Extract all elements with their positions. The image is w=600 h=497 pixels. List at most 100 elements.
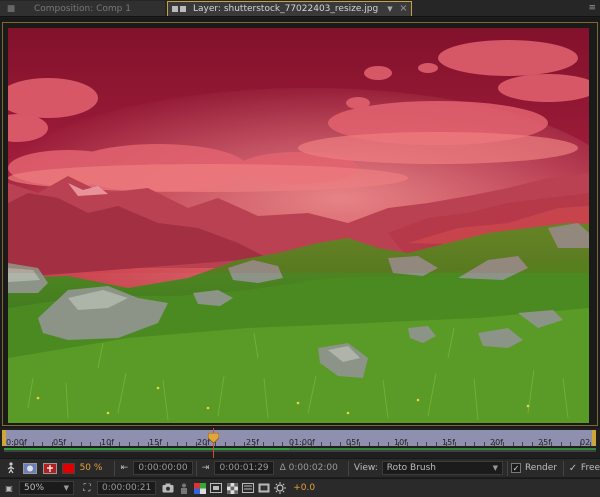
ruler-tick-mark xyxy=(282,442,284,446)
set-out-point-icon[interactable]: ⇥ xyxy=(200,461,212,476)
view-dropdown[interactable]: Roto Brush ▼ xyxy=(381,461,503,475)
separator xyxy=(507,460,508,476)
separator xyxy=(347,460,349,476)
ruler-tick-mark xyxy=(148,442,149,446)
ruler-tick-mark xyxy=(397,442,399,446)
layer-timeline[interactable]: 0:00f05f10f15f20f25f01:00f05f10f15f20f25… xyxy=(0,428,600,458)
ruler-tick-label: 25f xyxy=(538,438,551,447)
ruler-tick-mark xyxy=(71,442,73,446)
render-checkbox[interactable]: ✓ xyxy=(511,463,521,473)
show-snapshot-icon[interactable] xyxy=(176,482,192,495)
ruler-tick-mark xyxy=(80,442,82,446)
chevron-down-icon: ▼ xyxy=(63,484,69,492)
ruler-tick-mark xyxy=(416,442,418,446)
layer-image[interactable] xyxy=(8,28,589,423)
ruler-tick-mark xyxy=(109,442,111,446)
ruler-tick-mark xyxy=(263,442,265,446)
ruler-tick-mark xyxy=(90,442,92,446)
propagation-bar-extended xyxy=(289,448,596,450)
ruler-tick-mark xyxy=(23,442,25,446)
freeze-icon[interactable]: ✓ xyxy=(567,461,579,476)
toggle-overlay-icon[interactable] xyxy=(41,461,59,476)
set-in-point-icon[interactable]: ⇤ xyxy=(118,461,130,476)
panel-menu-icon[interactable]: ≡ xyxy=(588,3,596,13)
always-preview-icon[interactable]: ▣ xyxy=(3,481,15,496)
layer-controls-icon[interactable] xyxy=(240,482,256,495)
region-of-interest-icon[interactable] xyxy=(208,482,224,495)
duration-readout: Δ 0:00:02:00 xyxy=(279,463,338,473)
propagation-bar xyxy=(4,448,289,450)
layer-viewer[interactable] xyxy=(0,18,600,428)
grid-guides-icon[interactable] xyxy=(256,482,272,495)
color-channels-icon[interactable] xyxy=(192,482,208,495)
ruler-tick-mark xyxy=(52,442,53,446)
ruler-tick-mark xyxy=(234,442,236,446)
ruler-tick-label: 20f xyxy=(490,438,503,447)
ruler-tick-label: 15f xyxy=(442,438,455,447)
ruler-tick-mark xyxy=(484,442,485,446)
ruler-tick-mark xyxy=(407,442,409,446)
tab-composition[interactable]: ■ Composition: Comp 1 xyxy=(0,1,165,16)
exposure-value[interactable]: +0.0 xyxy=(293,483,315,493)
ruler-tick-mark xyxy=(253,442,255,446)
alpha-overlay-icon[interactable] xyxy=(21,461,39,476)
ruler-tick-mark xyxy=(42,442,44,446)
ruler-tick-mark xyxy=(493,442,495,446)
overlay-color-swatch[interactable] xyxy=(61,462,75,474)
tab-layer[interactable]: Layer: shutterstock_77022403_resize.jpg … xyxy=(167,1,412,16)
ruler-tick-mark xyxy=(32,442,34,446)
chevron-down-icon: ▼ xyxy=(492,464,498,472)
out-point-bracket[interactable] xyxy=(592,430,596,446)
ruler-tick-mark xyxy=(320,442,322,446)
ruler-tick-mark xyxy=(330,442,332,446)
in-point-time[interactable]: 0:00:00:00 xyxy=(133,461,193,475)
out-point-time[interactable]: 0:00:01:29 xyxy=(214,461,274,475)
ruler-tick-mark xyxy=(426,442,428,446)
tab-layer-label: Layer: shutterstock_77022403_resize.jpg xyxy=(193,4,379,14)
ruler-tick-mark xyxy=(196,442,197,446)
ruler-tick-label: 05f xyxy=(346,438,359,447)
transparency-grid-icon[interactable] xyxy=(224,482,240,495)
roto-brush-tool-icon[interactable] xyxy=(3,461,19,476)
ruler-tick-label: 10f xyxy=(101,438,114,447)
in-point-bracket[interactable] xyxy=(2,430,6,446)
ruler-tick-mark xyxy=(224,442,226,446)
ruler-tick-mark xyxy=(138,442,140,446)
ruler-tick-label: 25f xyxy=(246,438,259,447)
snapshot-camera-icon[interactable] xyxy=(160,482,176,495)
ruler-tick-mark xyxy=(541,442,543,446)
ruler-tick-mark xyxy=(61,442,63,446)
ruler-tick-mark xyxy=(205,442,207,446)
safe-margins-icon[interactable]: ⛶ xyxy=(80,481,94,496)
panel-lock-icon[interactable] xyxy=(168,6,189,12)
current-time-indicator-head[interactable] xyxy=(208,433,219,443)
magnification-dropdown[interactable]: 50% ▼ xyxy=(19,481,74,495)
ruler-tick-mark xyxy=(340,442,341,446)
ruler-tick-mark xyxy=(128,442,130,446)
exposure-reset-icon[interactable] xyxy=(272,482,288,495)
lock-icon[interactable]: ■ xyxy=(0,1,22,16)
ruler-tick-label: 10f xyxy=(394,438,407,447)
magnification-value: 50% xyxy=(24,483,45,493)
current-time-field[interactable]: 0:00:00:21 xyxy=(97,481,157,495)
ruler-tick-mark xyxy=(512,442,514,446)
ruler-tick-mark xyxy=(176,442,178,446)
viewer-toolbar-bottom: ▣ 50% ▼ ⛶ 0:00:00:21 +0.0 xyxy=(0,478,600,497)
overlay-opacity-value[interactable]: 50 % xyxy=(80,463,103,473)
render-label: Render xyxy=(524,463,557,473)
freeze-button[interactable]: Free xyxy=(581,463,600,473)
ruler-tick-mark xyxy=(580,442,581,446)
close-icon[interactable]: × xyxy=(398,2,409,15)
ruler-tick-mark xyxy=(436,442,437,446)
tab-dropdown-icon[interactable]: ▼ xyxy=(383,2,397,15)
ruler-tick-mark xyxy=(244,442,245,446)
ruler-tick-mark xyxy=(349,442,351,446)
ruler-tick-mark xyxy=(455,442,457,446)
viewer-toolbar-top: 50 % ⇤ 0:00:00:00 ⇥ 0:00:01:29 Δ 0:00:02… xyxy=(0,458,600,477)
panel-tab-bar: ■ Composition: Comp 1 Layer: shutterstoc… xyxy=(0,0,600,17)
ruler-tick-mark xyxy=(368,442,370,446)
ruler-tick-mark xyxy=(445,442,447,446)
ruler-tick-mark xyxy=(100,442,101,446)
time-ruler[interactable]: 0:00f05f10f15f20f25f01:00f05f10f15f20f25… xyxy=(4,430,596,447)
ruler-tick-mark xyxy=(551,442,553,446)
